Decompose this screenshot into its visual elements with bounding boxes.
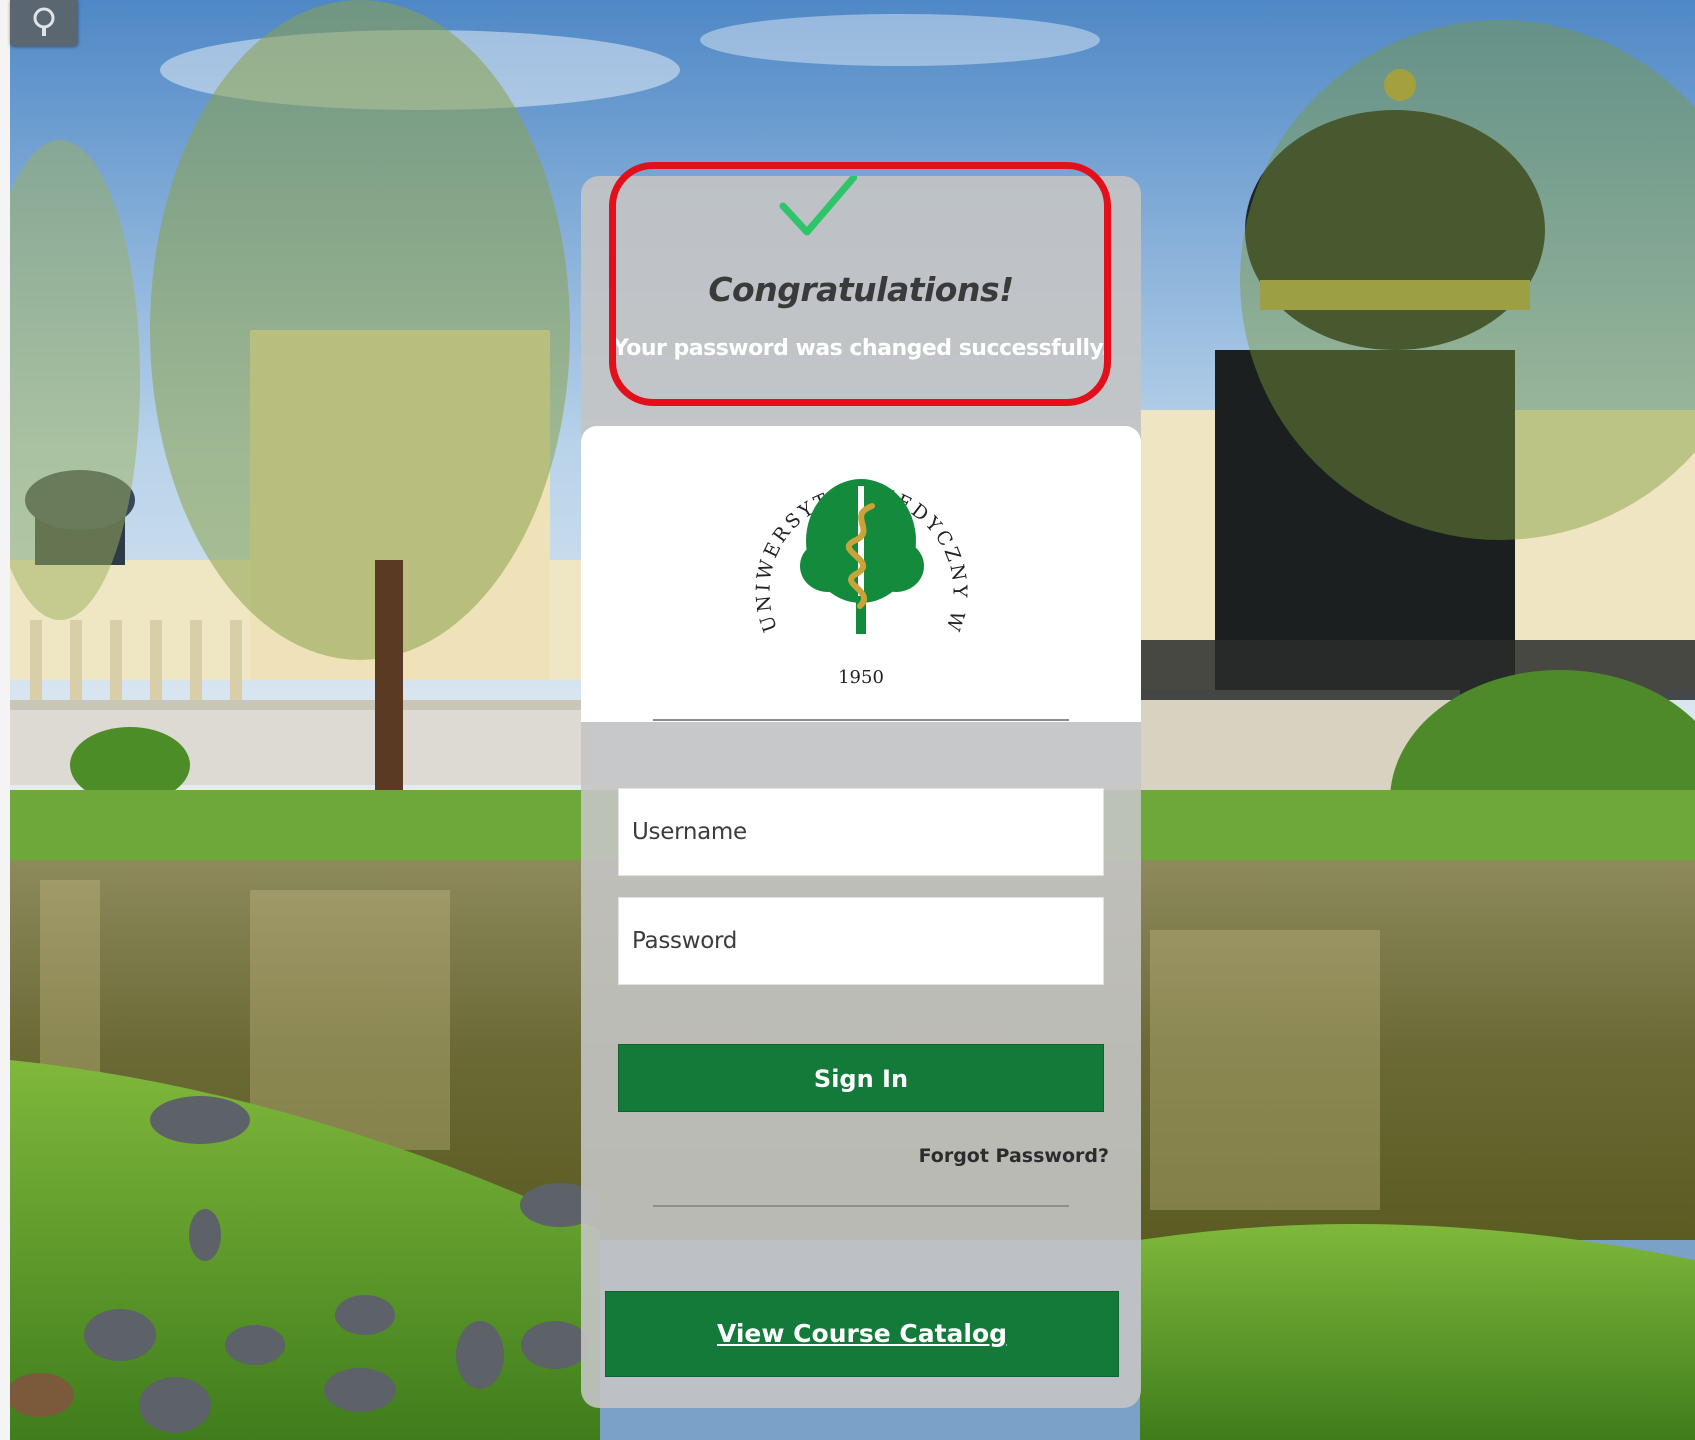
checkmark-icon (779, 176, 857, 236)
success-title: Congratulations! (708, 270, 1014, 309)
viewer-icon[interactable] (10, 0, 78, 46)
left-edge (0, 0, 10, 1440)
divider-top (653, 719, 1069, 721)
svg-text:1950: 1950 (838, 667, 884, 688)
university-logo: UNIWERSYTET MEDYCZNY W BIAŁYMSTOKU 1950 (746, 446, 968, 688)
forgot-password-link[interactable]: Forgot Password? (919, 1145, 1109, 1167)
view-course-catalog-button[interactable]: View Course Catalog (605, 1291, 1119, 1377)
divider-bottom (653, 1205, 1069, 1207)
logo-area: UNIWERSYTET MEDYCZNY W BIAŁYMSTOKU 1950 (581, 426, 1141, 722)
success-message: Your password was changed successfully. (612, 336, 1110, 361)
username-input[interactable] (618, 788, 1104, 876)
sign-in-button[interactable]: Sign In (618, 1044, 1104, 1112)
login-panel: Congratulations! Your password was chang… (581, 176, 1141, 1408)
view-course-catalog-link[interactable]: View Course Catalog (717, 1319, 1007, 1348)
success-notification: Congratulations! Your password was chang… (581, 176, 1141, 421)
password-input[interactable] (618, 897, 1104, 985)
